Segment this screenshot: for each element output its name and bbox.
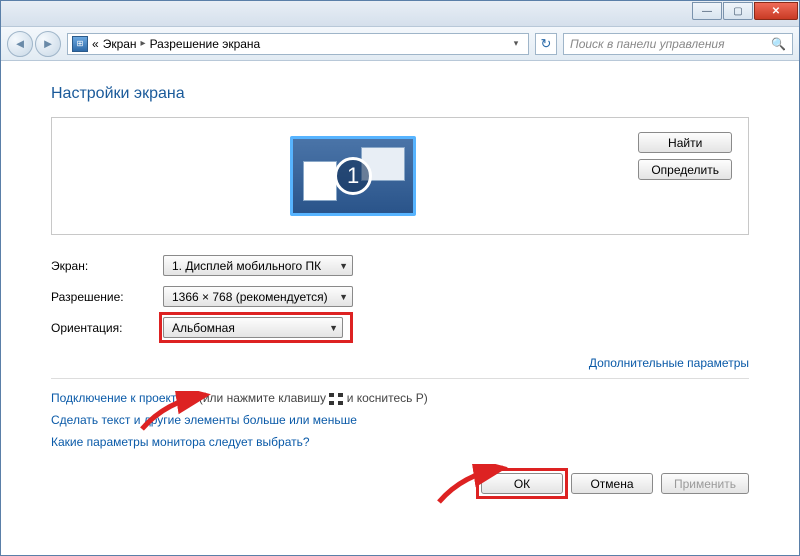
resolution-row: Разрешение: 1366 × 768 (рекомендуется) ▼ (51, 286, 749, 307)
separator (51, 378, 749, 379)
cancel-button[interactable]: Отмена (571, 473, 653, 494)
chevron-down-icon: ▼ (329, 323, 338, 333)
windows-key-icon (329, 393, 343, 405)
window-frame: — ▢ ✕ ◄ ► ⊞ « Экран ▸ Разрешение экрана … (0, 0, 800, 556)
textsize-line: Сделать текст и другие элементы больше и… (51, 413, 749, 427)
projector-hint-2: и коснитесь P) (347, 391, 428, 405)
resolution-label: Разрешение: (51, 290, 163, 304)
display-side-buttons: Найти Определить (638, 132, 732, 180)
breadcrumb-item[interactable]: Экран (103, 37, 137, 51)
display-number-badge: 1 (334, 157, 372, 195)
close-button[interactable]: ✕ (754, 2, 798, 20)
control-panel-icon: ⊞ (72, 36, 88, 52)
display-dropdown[interactable]: 1. Дисплей мобильного ПК ▼ (163, 255, 353, 276)
minimize-button[interactable]: — (692, 2, 722, 20)
nav-history-buttons: ◄ ► (7, 31, 61, 57)
ok-button[interactable]: ОК (481, 473, 563, 494)
address-bar[interactable]: ⊞ « Экран ▸ Разрешение экрана ▾ (67, 33, 529, 55)
textsize-link[interactable]: Сделать текст и другие элементы больше и… (51, 413, 357, 427)
maximize-button[interactable]: ▢ (723, 2, 753, 20)
breadcrumb-prefix: « (92, 37, 99, 51)
titlebar: — ▢ ✕ (1, 1, 799, 27)
search-input[interactable]: Поиск в панели управления 🔍 (563, 33, 793, 55)
refresh-button[interactable]: ↻ (535, 33, 557, 55)
settings-form: Экран: 1. Дисплей мобильного ПК ▼ Разреш… (51, 255, 749, 338)
whichmonitor-link[interactable]: Какие параметры монитора следует выбрать… (51, 435, 310, 449)
projector-line: Подключение к проектору (или нажмите кла… (51, 391, 749, 405)
chevron-down-icon: ▼ (339, 261, 348, 271)
display-label: Экран: (51, 259, 163, 273)
display-value: 1. Дисплей мобильного ПК (172, 259, 321, 273)
orientation-dropdown[interactable]: Альбомная ▼ (163, 317, 343, 338)
orientation-label: Ориентация: (51, 321, 163, 335)
whichmonitor-line: Какие параметры монитора следует выбрать… (51, 435, 749, 449)
ok-wrap: ОК (481, 473, 563, 494)
display-row: Экран: 1. Дисплей мобильного ПК ▼ (51, 255, 749, 276)
forward-button[interactable]: ► (35, 31, 61, 57)
projector-hint-1: (или нажмите клавишу (199, 391, 330, 405)
advanced-settings-link[interactable]: Дополнительные параметры (589, 356, 749, 370)
breadcrumb-item[interactable]: Разрешение экрана (150, 37, 261, 51)
content: Настройки экрана 1 Найти Определить Экра… (1, 61, 799, 514)
display-preview-wrap: 1 (68, 132, 638, 220)
advanced-link-row: Дополнительные параметры (51, 356, 749, 370)
resolution-dropdown[interactable]: 1366 × 768 (рекомендуется) ▼ (163, 286, 353, 307)
resolution-value: 1366 × 768 (рекомендуется) (172, 290, 328, 304)
breadcrumb-separator: ▸ (141, 38, 146, 49)
address-dropdown-icon[interactable]: ▾ (508, 38, 524, 49)
apply-button[interactable]: Применить (661, 473, 749, 494)
action-buttons: ОК Отмена Применить (51, 473, 749, 494)
display-preview-frame: 1 Найти Определить (51, 117, 749, 235)
search-icon: 🔍 (771, 37, 786, 51)
page-title: Настройки экрана (51, 85, 749, 103)
navbar: ◄ ► ⊞ « Экран ▸ Разрешение экрана ▾ ↻ По… (1, 27, 799, 61)
preview-window-icon (303, 161, 337, 201)
display-thumbnail[interactable]: 1 (290, 136, 416, 216)
detect-button[interactable]: Определить (638, 159, 732, 180)
projector-link[interactable]: Подключение к проектору (51, 391, 196, 405)
find-button[interactable]: Найти (638, 132, 732, 153)
back-button[interactable]: ◄ (7, 31, 33, 57)
orientation-value: Альбомная (172, 321, 235, 335)
chevron-down-icon: ▼ (339, 292, 348, 302)
search-placeholder: Поиск в панели управления (570, 37, 725, 51)
orientation-row: Ориентация: Альбомная ▼ (51, 317, 749, 338)
